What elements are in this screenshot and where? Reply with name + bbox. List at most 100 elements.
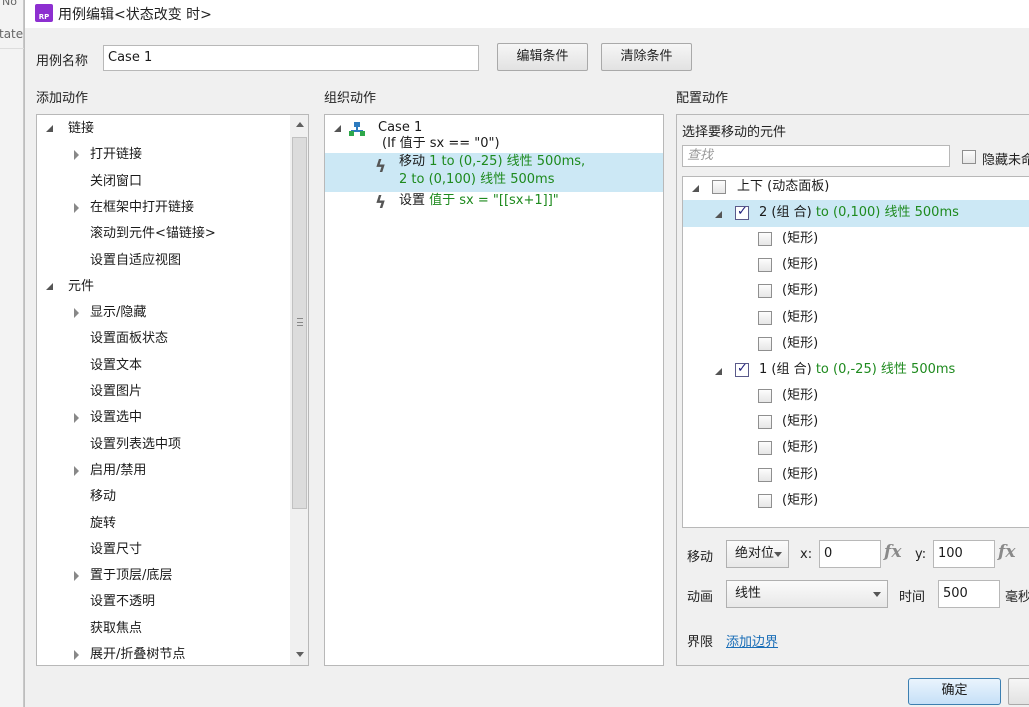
select-value: 线性 [735, 586, 762, 601]
rectangle-item-label[interactable]: (矩形) [782, 331, 818, 357]
widget-checkbox[interactable] [758, 389, 772, 403]
action-tree-item[interactable]: 设置面板状态 [37, 326, 287, 352]
background-text: tate [0, 27, 24, 41]
widget-checkbox[interactable] [758, 493, 772, 508]
action-tree-item[interactable]: 展开/折叠树节点 [37, 642, 287, 665]
action-tree-item[interactable]: 设置列表选中项 [37, 432, 287, 458]
action-tree-item[interactable]: 获取焦点 [37, 616, 287, 642]
action-tree-item[interactable]: 移动 [37, 484, 287, 510]
cancel-button[interactable] [1008, 678, 1029, 705]
widget-checkbox[interactable] [758, 232, 772, 246]
action-tree-item[interactable]: 启用/禁用 [37, 458, 287, 484]
background-text: No [2, 0, 17, 8]
expand-triangle-icon[interactable] [715, 211, 722, 218]
collapse-triangle-icon[interactable] [74, 308, 79, 319]
rectangle-item-label[interactable]: (矩形) [782, 435, 818, 461]
animation-select[interactable]: 线性 [726, 580, 888, 608]
rectangle-item-label[interactable]: (矩形) [782, 409, 818, 435]
add-bounds-link[interactable]: 添加边界 [726, 631, 778, 650]
rectangle-item-label[interactable]: (矩形) [782, 226, 818, 252]
ok-button[interactable]: 确定 [908, 678, 1001, 705]
edit-condition-button[interactable]: 编辑条件 [497, 43, 588, 71]
x-input[interactable]: 0 [819, 540, 881, 568]
expand-triangle-icon[interactable] [334, 125, 341, 132]
chevron-down-icon [873, 592, 881, 597]
expand-triangle-icon[interactable] [46, 125, 53, 132]
widget-checkbox[interactable] [758, 441, 772, 456]
action-tree-item[interactable]: 设置不透明 [37, 589, 287, 615]
widget-checkbox[interactable] [758, 467, 772, 482]
action-item-label: 旋转 [90, 515, 117, 531]
grip-icon [297, 318, 303, 326]
clear-condition-button[interactable]: 清除条件 [601, 43, 692, 71]
scroll-down-arrow-icon[interactable] [296, 652, 304, 657]
action-tree-item[interactable]: 关闭窗口 [37, 169, 287, 195]
lightning-icon: ϟ [375, 157, 387, 177]
group1-row[interactable]: 1 (组 合) to (0,-25) 线性 500ms [759, 357, 955, 383]
widget-checkbox[interactable] [712, 180, 726, 194]
rectangle-item-label[interactable]: (矩形) [782, 462, 818, 488]
collapse-triangle-icon[interactable] [74, 413, 79, 424]
expand-triangle-icon[interactable] [692, 185, 699, 192]
action-verb: 设置 [399, 193, 426, 208]
collapse-triangle-icon[interactable] [74, 150, 79, 161]
action-tree-item[interactable]: 置于顶层/底层 [37, 563, 287, 589]
widget-checkbox-checked[interactable] [735, 361, 749, 377]
action-tree-item[interactable]: 设置尺寸 [37, 537, 287, 563]
tree-root-label[interactable]: 上下 (动态面板) [737, 177, 829, 200]
widget-checkbox[interactable] [758, 415, 772, 430]
action-tree-item[interactable]: 链接 [37, 116, 287, 142]
action-tree-item[interactable]: 元件 [37, 274, 287, 300]
search-input[interactable]: 查找 [682, 145, 950, 167]
add-actions-scrollbar[interactable] [290, 115, 308, 665]
set-variable-action[interactable]: 设置 值于 sx = "[[sx+1]]" [399, 191, 559, 211]
action-item-label: 设置列表选中项 [90, 436, 182, 452]
rectangle-item-label[interactable]: (矩形) [782, 252, 818, 278]
collapse-triangle-icon[interactable] [74, 571, 79, 582]
configure-actions-header: 配置动作 [676, 91, 729, 106]
collapse-triangle-icon[interactable] [74, 465, 79, 476]
animation-label: 动画 [687, 590, 714, 605]
expand-triangle-icon[interactable] [46, 282, 53, 290]
action-tree-item[interactable]: 在框架中打开链接 [37, 195, 287, 221]
widget-checkbox[interactable] [758, 284, 772, 299]
action-tree-item[interactable]: 旋转 [37, 511, 287, 537]
widget-checkbox[interactable] [758, 258, 772, 273]
move-mode-select[interactable]: 绝对位 [726, 540, 789, 568]
rectangle-item-label[interactable]: (矩形) [782, 488, 818, 514]
time-input[interactable]: 500 [938, 580, 1000, 608]
rectangle-item-label[interactable]: (矩形) [782, 305, 818, 331]
rectangle-item-label[interactable]: (矩形) [782, 383, 818, 409]
group2-row[interactable]: 2 (组 合) to (0,100) 线性 500ms [759, 200, 959, 226]
fx-button[interactable]: fx [998, 542, 1015, 562]
rectangle-item-label[interactable]: (矩形) [782, 278, 818, 304]
expand-triangle-icon[interactable] [715, 368, 722, 375]
action-tree-item[interactable]: 设置文本 [37, 353, 287, 379]
background-window-strip: No tate [0, 0, 24, 707]
widget-checkbox[interactable] [758, 336, 772, 351]
hide-unnamed-checkbox[interactable] [962, 150, 976, 164]
lightning-icon: ϟ [375, 193, 387, 213]
action-tree-item[interactable]: 设置选中 [37, 405, 287, 431]
case-editor-dialog: RP 用例编辑<状态改变 时> 用例名称 Case 1 编辑条件 清除条件 添加… [24, 0, 1029, 707]
action-item-label: 打开链接 [90, 147, 143, 163]
action-tree-item[interactable]: 滚动到元件<锚链接> [37, 221, 287, 247]
collapse-triangle-icon[interactable] [74, 650, 79, 660]
scrollbar-thumb[interactable] [292, 137, 307, 509]
action-item-label: 设置图片 [90, 384, 143, 399]
scroll-up-arrow-icon[interactable] [296, 122, 304, 127]
collapse-triangle-icon[interactable] [74, 202, 79, 213]
action-tree-item[interactable]: 打开链接 [37, 142, 287, 168]
widget-checkbox-checked[interactable] [735, 204, 749, 220]
case-name-input[interactable]: Case 1 [103, 45, 479, 71]
action-tree-item[interactable]: 设置图片 [37, 379, 287, 405]
action-verb: 移动 [399, 154, 426, 169]
widget-checkbox[interactable] [758, 310, 772, 325]
case-icon [349, 122, 365, 136]
y-input[interactable]: 100 [933, 540, 995, 568]
action-tree-item[interactable]: 显示/隐藏 [37, 300, 287, 326]
action-item-label: 启用/禁用 [90, 462, 147, 478]
move-action[interactable]: 移动 1 to (0,-25) 线性 500ms, [399, 153, 585, 171]
fx-button[interactable]: fx [884, 542, 901, 562]
action-tree-item[interactable]: 设置自适应视图 [37, 248, 287, 274]
